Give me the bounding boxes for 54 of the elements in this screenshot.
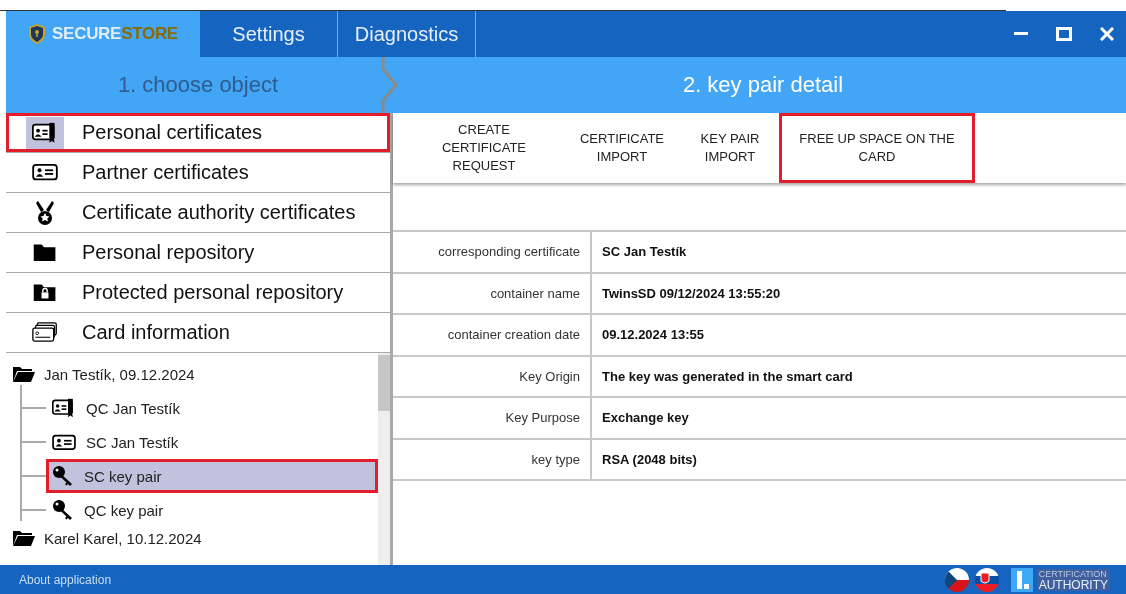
category-label: Personal repository bbox=[82, 241, 255, 264]
property-label: container creation date bbox=[393, 315, 592, 355]
open-folder-icon bbox=[12, 530, 36, 546]
toolbar-button[interactable]: FREE UP SPACE ON THE CARD bbox=[779, 113, 975, 183]
category-label: Partner certificates bbox=[82, 161, 249, 184]
property-value: TwinsSD 09/12/2024 13:55:20 bbox=[601, 284, 781, 303]
property-label: container name bbox=[393, 273, 592, 313]
property-value: The key was generated in the smart card bbox=[601, 367, 853, 386]
step-label: 1. choose object bbox=[117, 72, 279, 98]
maximize-icon[interactable] bbox=[1056, 27, 1072, 41]
step-label: 2. key pair detail bbox=[682, 72, 844, 98]
category-label: Protected personal repository bbox=[82, 281, 344, 304]
property-label: corresponding certificate bbox=[393, 232, 592, 272]
locked-folder-icon bbox=[32, 282, 58, 303]
app-logo-wordmark: SECURESTORE bbox=[52, 24, 178, 44]
toolbar-button[interactable]: KEY PAIR IMPORT bbox=[681, 113, 779, 183]
minimize-icon[interactable] bbox=[1014, 32, 1028, 36]
tree-node-label: Karel Karel, 10.12.2024 bbox=[44, 529, 202, 547]
category-item[interactable]: Personal certificates bbox=[6, 113, 390, 153]
toolbar-button[interactable]: CREATE CERTIFICATE REQUEST bbox=[405, 113, 563, 183]
tree-item[interactable]: SC Jan Testík bbox=[46, 425, 378, 459]
tree-node-label: Jan Testík, 09.12.2024 bbox=[44, 365, 195, 383]
category-label: Certificate authority certificates bbox=[82, 201, 356, 224]
close-icon[interactable] bbox=[1100, 27, 1114, 41]
tree-node[interactable]: Jan Testík, 09.12.2024 bbox=[6, 357, 378, 391]
toolbar-button[interactable]: CERTIFICATE IMPORT bbox=[563, 113, 681, 183]
tree-item[interactable]: SC key pair bbox=[46, 459, 378, 493]
category-label: Personal certificates bbox=[82, 121, 263, 144]
property-label: Key Purpose bbox=[393, 398, 592, 438]
certificate-ribbon-icon bbox=[32, 122, 58, 143]
id-card-icon bbox=[32, 163, 58, 182]
folder-icon bbox=[32, 242, 58, 263]
certificate-ribbon-icon bbox=[52, 398, 76, 418]
id-card-icon bbox=[52, 433, 76, 451]
property-value: 09.12.2024 13:55 bbox=[601, 326, 704, 345]
authority-logo-icon bbox=[1010, 567, 1033, 592]
open-folder-icon bbox=[12, 366, 36, 382]
property-value: RSA (2048 bits) bbox=[601, 450, 697, 469]
property-label: key type bbox=[393, 439, 592, 479]
cards-icon bbox=[32, 322, 58, 343]
step-chevron-icon bbox=[380, 57, 400, 113]
tree-item[interactable]: QC Jan Testík bbox=[46, 391, 378, 425]
key-icon bbox=[52, 465, 74, 487]
shield-icon bbox=[28, 23, 47, 45]
authority-logo-text: CERTIFICATION AUTHORITY bbox=[1036, 568, 1110, 591]
key-icon bbox=[52, 499, 74, 521]
about-link[interactable]: About application bbox=[19, 572, 112, 587]
property-value: SC Jan Testík bbox=[601, 243, 687, 262]
czech-flag-icon[interactable] bbox=[944, 567, 969, 592]
property-label: Key Origin bbox=[393, 356, 592, 396]
scrollbar[interactable] bbox=[378, 353, 390, 565]
slovak-flag-icon[interactable] bbox=[974, 567, 999, 592]
category-label: Card information bbox=[82, 321, 230, 344]
property-value: Exchange key bbox=[601, 409, 689, 428]
